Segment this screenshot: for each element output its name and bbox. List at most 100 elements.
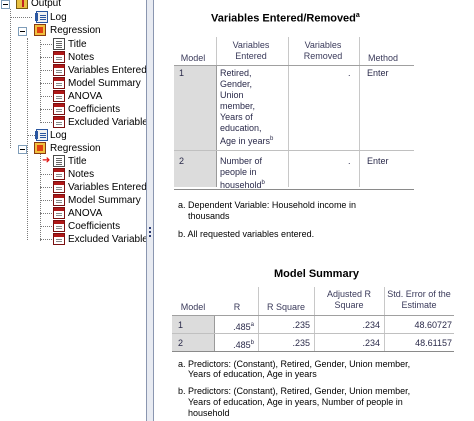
tree-node-notes[interactable]: Notes [0,168,146,181]
header-variables-entered: Variables Entered [232,40,270,61]
tree-node-label: ANOVA [68,91,103,102]
cell-model: 2 [178,338,184,348]
collapse-toggle-icon[interactable] [18,145,27,154]
cell-std-error: 48.60727 [414,320,452,330]
header-model: Model [180,302,206,312]
notes-table-icon [53,51,65,63]
cell-entered-line: member, [220,101,256,111]
footnote-b: b. Predictors: (Constant), Retired, Gend… [178,386,411,396]
table-rule [384,316,385,352]
tree-node-label: Notes [68,169,95,180]
table-rule [172,333,454,334]
splitter-grip [149,227,151,229]
splitter-grip [149,231,151,233]
tree-node-label: Log [50,130,67,141]
cell-entered-line: Age in yearsb [220,136,274,146]
tree-node-model-summary[interactable]: Model Summary [0,77,146,90]
collapse-toggle-icon[interactable] [1,0,10,9]
tree-node-regression[interactable]: Regression [0,142,146,155]
tree-node-log[interactable]: Log [0,11,146,24]
table-icon [53,90,65,102]
table-icon [53,77,65,89]
notes-table-icon [53,168,65,180]
table-rule [288,37,289,65]
table-rule [174,189,414,190]
cell-model: 1 [179,68,185,78]
tree-node-anova[interactable]: ANOVA [0,90,146,103]
table-icon [53,181,65,193]
table-rule [216,37,217,65]
tree-node-label: Coefficients [68,221,121,232]
current-item-arrow-icon: ➜ [42,155,51,166]
tree-node-output[interactable]: Output [0,0,146,10]
table-icon [53,194,65,206]
table-rule [384,287,385,315]
table-icon [53,220,65,232]
output-viewer[interactable]: Variables Entered/Removeda Model Variabl… [154,0,474,421]
tree-node-label: Variables Entered [68,65,146,76]
tree-node-coefficients[interactable]: Coefficients [0,103,146,116]
cell-r: .485b [233,340,254,350]
table-icon [53,207,65,219]
regression-icon [34,24,46,36]
tree-node-title[interactable]: ➜ Title [0,155,146,168]
cell-entered-line: Number of [220,156,263,166]
cell-model: 2 [179,156,185,166]
tree-node-variables-entered[interactable]: Variables Entered [0,181,146,194]
tree-node-label: Variables Entered [68,182,146,193]
regression-icon [34,142,46,154]
log-icon [35,11,48,23]
cell-adj-r-square: .234 [362,320,380,330]
tree-node-anova[interactable]: ANOVA [0,207,146,220]
header-model: Model [180,53,206,63]
tree-node-excluded-variables[interactable]: Excluded Variable [0,116,146,129]
tree-node-label: Title [68,156,87,167]
tree-node-label: Notes [68,52,95,63]
tree-node-coefficients[interactable]: Coefficients [0,220,146,233]
tree-node-regression[interactable]: Regression [0,24,146,37]
tree-node-variables-entered[interactable]: Variables Entered [0,64,146,77]
footnote-b-cont: household [188,408,230,418]
table-rule [258,287,259,315]
cell-model: 1 [178,320,184,330]
table-icon [53,64,65,76]
header-method: Method [367,53,399,63]
splitter-grip [149,235,151,237]
log-icon [35,129,48,141]
pane-splitter[interactable] [146,0,154,421]
tree-node-model-summary[interactable]: Model Summary [0,194,146,207]
cell-entered-line: Years of [220,112,253,122]
header-variables-removed: Variables Removed [303,40,343,61]
footnote-b-cont: Years of education, Age in years, Number… [188,397,403,407]
outline-pane[interactable]: Output Log Regression Title Notes Variab… [0,0,146,421]
model-column-shade [174,66,216,187]
cell-removed: . [348,156,351,166]
tree-node-label: Log [50,12,67,23]
cell-method: Enter [367,156,389,166]
table-rule [174,150,414,151]
cell-r-square: .235 [292,338,310,348]
table-rule [258,316,259,352]
table-rule [288,66,289,187]
cell-removed: . [348,68,351,78]
table-icon [53,233,65,245]
tree-node-excluded-variables[interactable]: Excluded Variable [0,233,146,246]
footnote-a-cont: thousands [188,211,230,221]
tree-node-label: Excluded Variable [68,117,146,128]
table-icon [53,103,65,115]
header-r-square: R Square [266,302,306,312]
footnote-b: b. All requested variables entered. [178,229,315,239]
cell-method: Enter [367,68,389,78]
tree-node-title[interactable]: Title [0,38,146,51]
table-rule [314,316,315,352]
tree-node-label: Regression [50,143,101,154]
table-rule [359,37,360,65]
tree-node-notes[interactable]: Notes [0,51,146,64]
footnote-a: a. Dependent Variable: Household income … [178,200,356,210]
tree-node-label: Model Summary [68,78,141,89]
table-icon [53,116,65,128]
collapse-toggle-icon[interactable] [18,27,27,36]
cell-adj-r-square: .234 [362,338,380,348]
footnote-a-cont: Years of education, Age in years [188,369,317,379]
tree-node-log[interactable]: Log [0,129,146,142]
